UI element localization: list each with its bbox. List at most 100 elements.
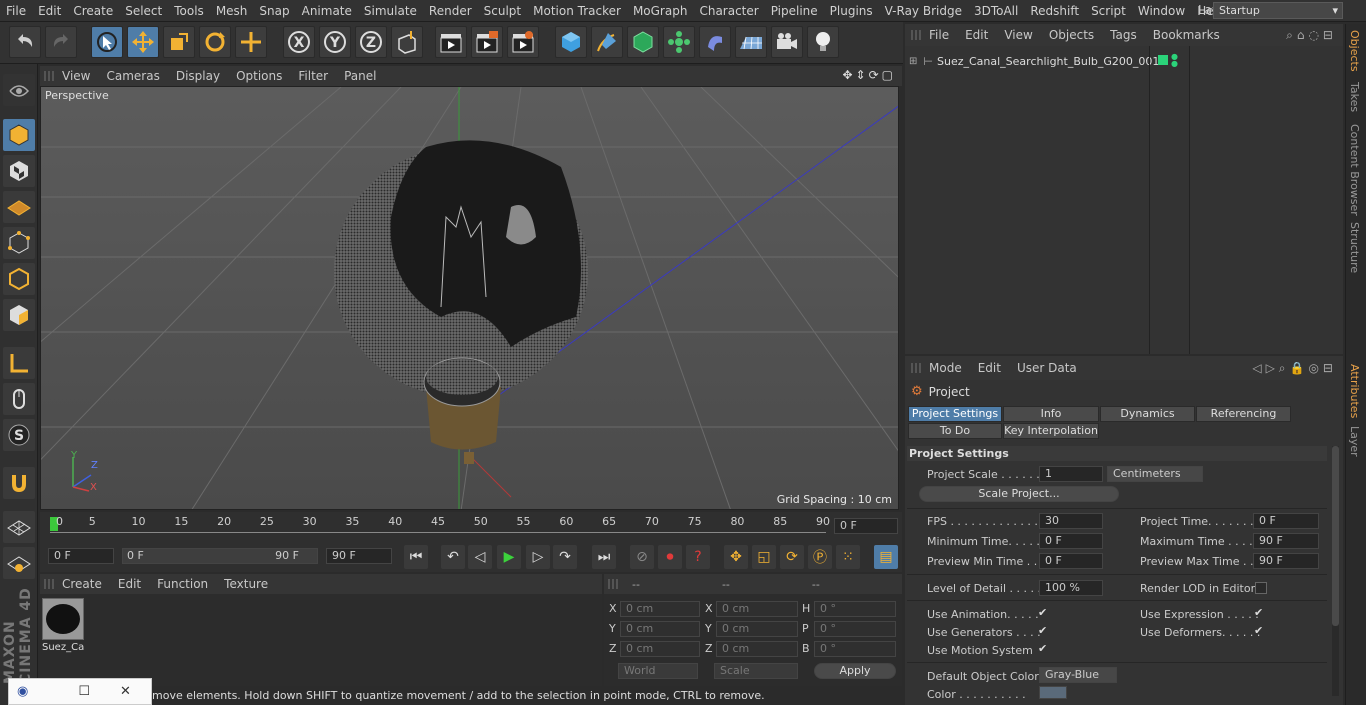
workplane-mode-button[interactable] [3, 191, 35, 223]
position-y-field[interactable]: 0 cm [620, 621, 700, 637]
menu-sculpt[interactable]: Sculpt [478, 0, 527, 22]
record-keys-button[interactable]: ⊘ [630, 545, 654, 569]
size-z-field[interactable]: 0 cm [716, 641, 798, 657]
start-frame-field[interactable]: 0 F [48, 548, 114, 564]
tab-project-settings[interactable]: Project Settings [908, 406, 1002, 422]
camera-button[interactable] [771, 26, 803, 58]
render-settings-button[interactable] [507, 26, 539, 58]
light-button[interactable] [807, 26, 839, 58]
menu-plugins[interactable]: Plugins [824, 0, 879, 22]
fps-field[interactable]: 30 [1039, 513, 1103, 529]
timeline-window-button[interactable]: ▤ [874, 545, 898, 569]
viewport-menu-panel[interactable]: Panel [336, 66, 384, 86]
lod-field[interactable]: 100 % [1039, 580, 1103, 596]
move-tool-button[interactable] [127, 26, 159, 58]
size-y-field[interactable]: 0 cm [716, 621, 798, 637]
add-cube-button[interactable] [555, 26, 587, 58]
grid-locked-button[interactable] [3, 511, 35, 543]
attribute-manager-icons[interactable]: ◁▷⌕🔒◎⊟ [1252, 361, 1337, 376]
coordinate-system-button[interactable] [391, 26, 423, 58]
material-menu-function[interactable]: Function [149, 574, 216, 594]
menu-edit[interactable]: Edit [32, 0, 67, 22]
go-to-end-button[interactable]: ⏭ [592, 545, 616, 569]
menu-render[interactable]: Render [423, 0, 478, 22]
points-mode-button[interactable] [3, 227, 35, 259]
render-lod-checkbox[interactable] [1255, 582, 1267, 594]
texture-mode-button[interactable] [3, 155, 35, 187]
magnet-button[interactable] [3, 467, 35, 499]
tab-dynamics[interactable]: Dynamics [1100, 406, 1195, 422]
use-deformers-checkbox[interactable]: ✔ [1254, 625, 1266, 637]
project-scale-unit-select[interactable]: Centimeters [1107, 466, 1203, 482]
viewport-menu-filter[interactable]: Filter [290, 66, 336, 86]
current-frame-field[interactable]: 0 F [834, 518, 898, 534]
menu-mograph[interactable]: MoGraph [627, 0, 694, 22]
key-position-button[interactable]: ✥ [724, 545, 748, 569]
redo-button[interactable] [45, 26, 77, 58]
use-motion-checkbox[interactable]: ✔ [1038, 643, 1050, 655]
visibility-tag-icon[interactable] [1158, 55, 1168, 65]
color-swatch[interactable] [1039, 686, 1067, 699]
pen-spline-button[interactable] [591, 26, 623, 58]
use-expression-checkbox[interactable]: ✔ [1254, 607, 1266, 619]
timeline[interactable]: 0 5 10 15 20 25 30 35 40 45 50 55 60 65 70 75 80 85 90 0 F [40, 512, 902, 542]
object-menu-bookmarks[interactable]: Bookmarks [1145, 24, 1228, 46]
undo-button[interactable] [9, 26, 41, 58]
drag-handle-icon[interactable] [608, 579, 618, 589]
drag-handle-icon[interactable] [911, 363, 921, 373]
expand-icon[interactable]: ⊞ [909, 56, 917, 67]
material-swatch[interactable]: Suez_Ca [42, 598, 86, 656]
snapping-button[interactable]: S [3, 419, 35, 451]
rotation-p-field[interactable]: 0 ° [814, 621, 896, 637]
tab-takes[interactable]: Takes [1348, 82, 1361, 112]
scale-tool-button[interactable] [163, 26, 195, 58]
size-x-field[interactable]: 0 cm [716, 601, 798, 617]
menu-script[interactable]: Script [1085, 0, 1132, 22]
viewport-menu-options[interactable]: Options [228, 66, 290, 86]
attr-scrollbar[interactable] [1332, 446, 1339, 696]
tab-layer[interactable]: Layer [1348, 426, 1361, 457]
key-param-button[interactable]: Ⓟ [808, 545, 832, 569]
3d-viewport[interactable]: Perspective Grid Spacing : 10 cm Y Z X [40, 86, 899, 510]
subdivision-surface-button[interactable] [627, 26, 659, 58]
default-color-select[interactable]: Gray-Blue [1039, 667, 1117, 683]
menu-character[interactable]: Character [693, 0, 764, 22]
cloner-button[interactable] [663, 26, 695, 58]
menu-animate[interactable]: Animate [296, 0, 358, 22]
object-manager-icons[interactable]: ⌕⌂◌⊟ [1286, 28, 1337, 43]
object-menu-tags[interactable]: Tags [1102, 24, 1145, 46]
tab-info[interactable]: Info [1003, 406, 1099, 422]
viewport-menu-view[interactable]: View [54, 66, 98, 86]
use-animation-checkbox[interactable]: ✔ [1038, 607, 1050, 619]
material-menu-create[interactable]: Create [54, 574, 110, 594]
model-mode-button[interactable] [3, 119, 35, 151]
close-icon[interactable]: ✕ [120, 684, 131, 699]
layout-select[interactable]: Startup ▾ [1213, 2, 1343, 19]
transform-tool-button[interactable] [235, 26, 267, 58]
object-row[interactable]: ⊞ ⊢ Suez_Canal_Searchlight_Bulb_G200_001… [905, 52, 1343, 70]
key-scale-button[interactable]: ◱ [752, 545, 776, 569]
position-x-field[interactable]: 0 cm [620, 601, 700, 617]
timeline-ruler[interactable]: 0 5 10 15 20 25 30 35 40 45 50 55 60 65 70 75 80 85 90 [50, 515, 830, 533]
polygons-mode-button[interactable] [3, 299, 35, 331]
object-menu-view[interactable]: View [996, 24, 1040, 46]
viewport-menu-display[interactable]: Display [168, 66, 228, 86]
preview-min-field[interactable]: 0 F [1039, 553, 1103, 569]
key-rotation-button[interactable]: ⟳ [780, 545, 804, 569]
preview-max-field[interactable]: 90 F [1253, 553, 1319, 569]
tab-objects[interactable]: Objects [1348, 30, 1361, 72]
x-axis-lock-button[interactable]: X [283, 26, 315, 58]
menu-redshift[interactable]: Redshift [1024, 0, 1085, 22]
attr-menu-user-data[interactable]: User Data [1009, 356, 1085, 380]
render-dots-icon[interactable]: ● ● [1171, 53, 1178, 68]
attr-menu-mode[interactable]: Mode [921, 356, 970, 380]
viewport-menu-cameras[interactable]: Cameras [98, 66, 167, 86]
project-time-field[interactable]: 0 F [1253, 513, 1319, 529]
menu-snap[interactable]: Snap [253, 0, 295, 22]
tab-attributes[interactable]: Attributes [1348, 364, 1361, 418]
rotate-tool-button[interactable] [199, 26, 231, 58]
rotation-h-field[interactable]: 0 ° [814, 601, 896, 617]
maximize-icon[interactable]: ☐ [78, 684, 90, 699]
project-scale-field[interactable]: 1 [1039, 466, 1103, 482]
render-view-button[interactable] [435, 26, 467, 58]
